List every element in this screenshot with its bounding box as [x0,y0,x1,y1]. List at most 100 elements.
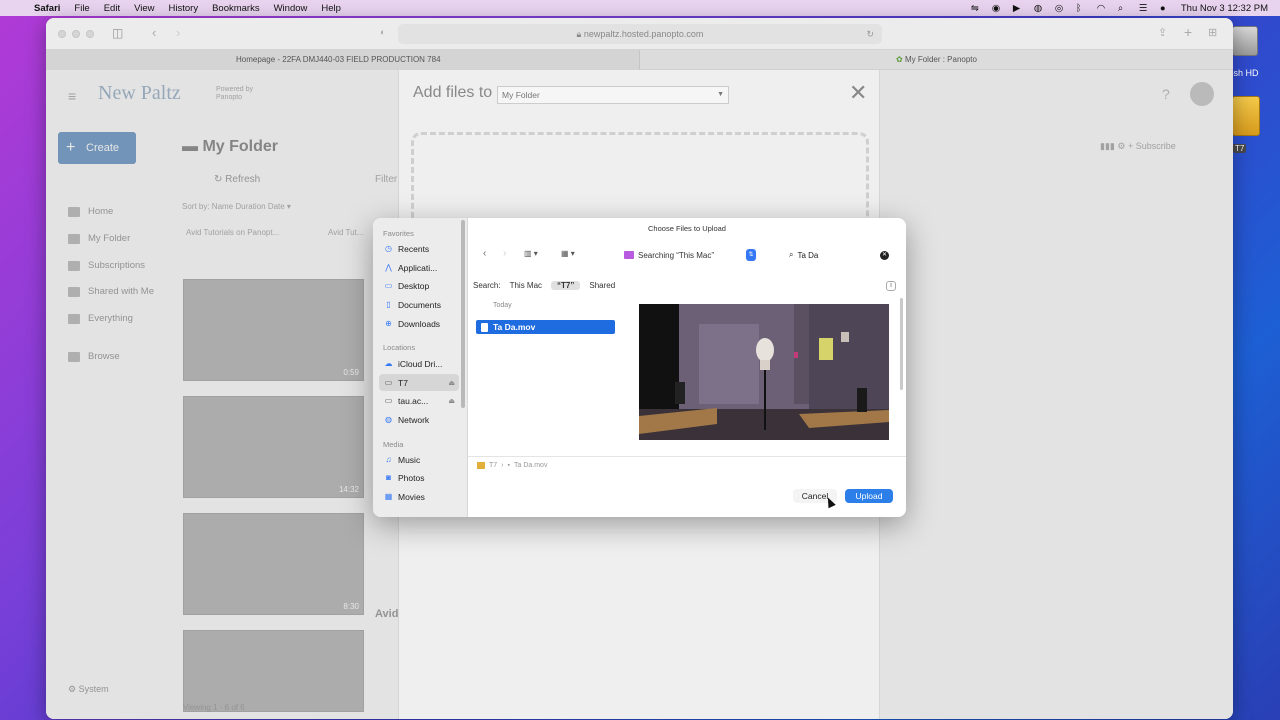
tab-homepage-title: Homepage - 22FA DMJ440-03 FIELD PRODUCTI… [236,55,441,64]
sidebar-item-photos[interactable]: ◙ Photos [379,469,459,486]
sidebar-item-recents[interactable]: ◷ Recents [379,240,459,257]
clock-icon: ◷ [385,244,392,253]
minimize-window-button[interactable] [72,30,80,38]
sidebar-item-label: Music [398,454,421,465]
menu-history[interactable]: History [169,3,199,14]
grid-view-icon[interactable]: ▦ ▾ [561,249,575,258]
menu-help[interactable]: Help [321,3,341,14]
film-icon: ▦ [384,492,393,501]
path-bar: T7 › ▪ Ta Da.mov [477,462,547,469]
path-segment[interactable]: Ta Da.mov [514,462,547,469]
video-preview [639,304,889,440]
scope-shared[interactable]: Shared [589,281,615,290]
menu-file[interactable]: File [74,3,89,14]
sidebar-item-desktop[interactable]: ▭ Desktop [379,277,459,294]
sidebar-item-movies[interactable]: ▦ Movies [379,488,459,505]
creative-cloud-icon[interactable]: ◍ [1034,3,1044,14]
menu-edit[interactable]: Edit [104,3,120,14]
back-icon[interactable]: ‹ [152,25,156,40]
sidebar-item-documents[interactable]: ▯ Documents [379,296,459,313]
scope-this-mac[interactable]: This Mac [510,281,542,290]
wifi-icon[interactable]: ◠ [1097,3,1107,14]
path-segment[interactable]: T7 [489,462,497,469]
desktop-icon: ▭ [384,281,393,290]
sidebar-toggle-icon[interactable]: ◫ [112,26,123,40]
sidebar-item-label: Network [398,414,430,425]
menu-bookmarks[interactable]: Bookmarks [212,3,260,14]
sidebar-item-network[interactable]: ◍ Network [379,411,459,428]
upload-button[interactable]: Upload [845,489,893,503]
bluetooth-icon[interactable]: ᛒ [1076,3,1086,14]
search-icon[interactable]: ⌕ [1118,3,1128,14]
eject-icon[interactable]: ⏏ [448,397,455,405]
folder-select[interactable]: My Folder ▼ [497,86,729,104]
forward-icon[interactable]: › [176,25,180,40]
location-popup-label: Searching “This Mac” [638,250,715,260]
sidebar-scrollbar[interactable] [461,220,465,408]
address-bar-url: newpaltz.hosted.panopto.com [583,29,704,39]
file-name: Ta Da.mov [493,322,536,332]
nav-back-icon[interactable]: ‹ [483,248,486,259]
search-field[interactable]: ⌕ Ta Da ✕ [789,248,889,262]
preview-scrollbar[interactable] [900,298,903,390]
location-popup[interactable]: Searching “This Mac” ⇅ [624,248,756,262]
sidebar-item-t7[interactable]: ▭ T7 ⏏ [379,374,459,391]
sidebar-item-label: Desktop [398,280,430,291]
menu-app-name[interactable]: Safari [34,3,60,14]
address-bar[interactable]: 🔒︎ newpaltz.hosted.panopto.com ↻ [398,24,882,44]
file-row-selected[interactable]: Ta Da.mov [476,320,615,334]
t7-drive-icon[interactable] [1232,96,1260,136]
tab-overview-icon[interactable]: ⊞ [1208,26,1217,39]
tab-homepage[interactable]: Homepage - 22FA DMJ440-03 FIELD PRODUCTI… [46,50,640,70]
control-center-icon[interactable]: ☰ [1139,3,1149,14]
search-input[interactable]: Ta Da [797,251,818,260]
column-view-icon[interactable]: ▥ ▾ [524,249,538,258]
sidebar-item-applications[interactable]: ⋀ Applicati... [379,259,459,276]
folder-select-value: My Folder [502,90,540,100]
screen-record-icon[interactable]: ◉ [992,3,1002,14]
menu-clock[interactable]: Thu Nov 3 12:32 PM [1181,3,1268,14]
sidebar-item-music[interactable]: ♫ Music [379,451,459,468]
locations-header: Locations [383,343,416,352]
add-files-title: Add files to [413,84,493,101]
menu-window[interactable]: Window [274,3,308,14]
close-icon[interactable]: ✕ [849,82,867,104]
panopto-tab-icon: ✿ [896,55,905,64]
close-window-button[interactable] [58,30,66,38]
sidebar-item-downloads[interactable]: ⊕ Downloads [379,315,459,332]
nav-forward-icon[interactable]: › [503,248,506,259]
eject-icon[interactable]: ⏏ [448,379,455,387]
path-divider [468,456,906,457]
tab-my-folder[interactable]: ✿ My Folder : Panopto [640,50,1233,70]
scope-t7[interactable]: “T7” [551,281,581,290]
sidebar-item-label: Movies [398,491,425,502]
new-tab-icon[interactable]: + [1184,24,1192,40]
sidebar-item-tau[interactable]: ▭ tau.ac... ⏏ [379,392,459,409]
control-icon[interactable]: ⇋ [971,3,981,14]
menu-bar: Safari File Edit View History Bookmarks … [0,0,1280,16]
siri-icon[interactable]: ● [1160,3,1170,14]
preview-frame [639,304,889,440]
sidebar-item-label: Downloads [398,318,441,329]
tab-my-folder-title: My Folder : Panopto [904,55,977,64]
sidebar-item-label: Applicati... [398,262,438,273]
hard-drive-icon[interactable] [1232,26,1258,56]
search-scope-bar: Search: This Mac “T7” Shared [473,281,624,290]
chevron-down-icon: ▼ [717,91,724,98]
sync-icon[interactable]: ◎ [1055,3,1065,14]
info-icon[interactable]: i [886,281,896,291]
panopto-icon[interactable]: ▶ [1013,3,1023,14]
tab-bar: Homepage - 22FA DMJ440-03 FIELD PRODUCTI… [46,50,1233,70]
privacy-shield-icon[interactable]: ◐ [380,27,385,37]
network-icon: ◍ [385,415,392,424]
sidebar-item-icloud[interactable]: ☁ iCloud Dri... [379,355,459,372]
reload-icon[interactable]: ↻ [866,24,874,44]
clear-search-icon[interactable]: ✕ [880,250,889,260]
menu-view[interactable]: View [134,3,154,14]
drive-icon: ▭ [384,378,393,387]
favorites-header: Favorites [383,229,414,238]
share-icon[interactable]: ⇪ [1158,26,1167,39]
sidebar-item-label: T7 [398,377,408,388]
zoom-window-button[interactable] [86,30,94,38]
sidebar-item-label: iCloud Dri... [398,358,443,369]
